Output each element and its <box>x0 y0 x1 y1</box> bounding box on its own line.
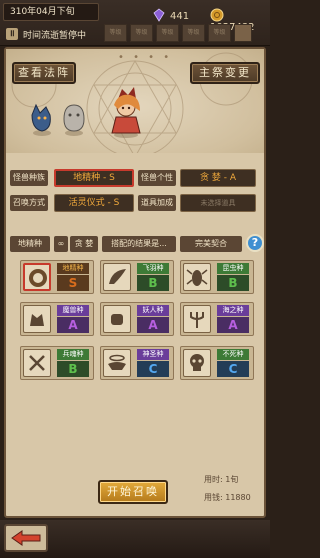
race-cell-beast[interactable]: 魔兽种 A <box>20 302 94 336</box>
trident-icon <box>183 305 211 333</box>
race-name: 飞羽种 <box>137 263 169 274</box>
halo-icon <box>103 349 131 377</box>
coin-icon <box>210 8 224 22</box>
golem-sprite <box>63 104 85 136</box>
race-name: 地精种 <box>57 263 89 274</box>
tab-result: 搭配的结果是... <box>102 236 176 252</box>
method-label: 召唤方式 <box>10 195 48 211</box>
race-name: 神圣种 <box>137 349 169 360</box>
race-select[interactable]: 地精种 - S <box>54 169 134 187</box>
level-slots: 等级 等级 等级 等级 等级 <box>104 24 252 42</box>
back-arrow-icon <box>11 530 41 546</box>
race-name: 不死种 <box>217 349 249 360</box>
race-rank: A <box>57 317 89 333</box>
tab-trait: 贪 婪 <box>70 236 98 252</box>
crystal-counter: 441 <box>152 8 189 22</box>
crystal-icon <box>152 8 166 22</box>
race-cell-holy[interactable]: 神圣种 C <box>100 346 174 380</box>
race-rank: S <box>57 275 89 291</box>
race-name: 昆虫种 <box>217 263 249 274</box>
race-cell-demihuman[interactable]: 妖人种 A <box>100 302 174 336</box>
money-cost: 用钱: 11880 <box>204 493 251 502</box>
race-cell-goblin[interactable]: 地精种 S <box>20 260 94 294</box>
tab-race: 地精种 <box>10 236 50 252</box>
summon-config: 怪兽种族 地精种 - S 怪兽个性 贪 婪 - A 召唤方式 活灵仪式 - S … <box>10 160 260 220</box>
item-bonus-select[interactable]: 未选择道具 <box>180 194 256 212</box>
race-rank: C <box>137 361 169 377</box>
view-formation-button[interactable]: 查看法阵 <box>12 62 76 84</box>
method-select[interactable]: 活灵仪式 - S <box>54 194 134 212</box>
goblin-sprite <box>31 103 51 136</box>
start-summon-button[interactable]: 开始召唤 <box>98 480 168 504</box>
game-date: 310年04月下旬 <box>3 3 99 21</box>
race-label: 怪兽种族 <box>10 170 48 186</box>
race-cell-sea[interactable]: 海之种 A <box>180 302 254 336</box>
slot-dots: • • • • <box>118 52 173 63</box>
race-rank: B <box>217 275 249 291</box>
race-rank: B <box>57 361 89 377</box>
level-slot[interactable]: 等级 <box>182 24 205 42</box>
race-cell-insect[interactable]: 昆虫种 B <box>180 260 254 294</box>
race-rank: B <box>137 275 169 291</box>
pause-icon[interactable]: ॥ <box>6 28 18 40</box>
race-rank: A <box>217 317 249 333</box>
bonus-label: 道具加成 <box>138 195 176 211</box>
change-priest-button[interactable]: 主祭变更 <box>190 62 260 84</box>
help-icon[interactable]: ? <box>246 234 264 252</box>
pause-text: 时间流逝暂停中 <box>23 30 87 41</box>
race-cell-soldier[interactable]: 兵魂种 B <box>20 346 94 380</box>
goblin-icon <box>23 263 51 291</box>
race-rank: C <box>217 361 249 377</box>
skull-icon <box>183 349 211 377</box>
race-cell-feather[interactable]: 飞羽种 B <box>100 260 174 294</box>
race-name: 海之种 <box>217 305 249 316</box>
insect-icon <box>183 263 211 291</box>
beast-icon <box>23 305 51 333</box>
back-button[interactable] <box>4 524 48 552</box>
race-rank: A <box>137 317 169 333</box>
soldier-icon <box>23 349 51 377</box>
fist-icon <box>103 305 131 333</box>
crystal-value: 441 <box>170 11 190 22</box>
time-cost: 用时: 1旬 <box>204 475 239 484</box>
level-slot[interactable]: 等级 <box>156 24 179 42</box>
trait-select[interactable]: 贪 婪 - A <box>180 169 256 187</box>
level-slot[interactable]: 等级 <box>130 24 153 42</box>
link-icon: ∞ <box>54 236 68 252</box>
feather-wing-icon <box>103 263 131 291</box>
race-name: 兵魂种 <box>57 349 89 360</box>
trait-label: 怪兽个性 <box>138 170 176 186</box>
tab-perfect-match: 完美契合 <box>180 236 242 252</box>
race-name: 妖人种 <box>137 305 169 316</box>
race-cell-undead[interactable]: 不死种 C <box>180 346 254 380</box>
level-slot[interactable]: 等级 <box>104 24 127 42</box>
match-header: 地精种 ∞ 贪 婪 搭配的结果是... 完美契合 <box>10 236 260 252</box>
race-name: 魔兽种 <box>57 305 89 316</box>
level-slot[interactable]: 等级 <box>208 24 231 42</box>
slot-end-marker <box>234 24 252 42</box>
